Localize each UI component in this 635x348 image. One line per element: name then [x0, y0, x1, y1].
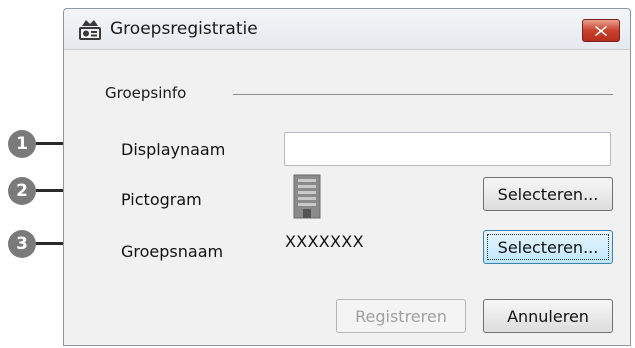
cancel-button[interactable]: Annuleren — [483, 299, 613, 333]
display-name-input[interactable] — [284, 132, 611, 166]
group-label: Groepsinfo — [105, 84, 187, 102]
cancel-label: Annuleren — [507, 306, 589, 326]
group-name-select-button[interactable]: Selecteren... — [483, 230, 613, 264]
dialog-body: Groepsinfo Displaynaam Pictogram Selecte… — [64, 50, 630, 345]
callout-3: 3 — [8, 230, 36, 258]
group-name-value: XXXXXXX — [285, 232, 364, 251]
callout-1: 1 — [8, 130, 36, 158]
pictogram-select-label: Selecteren... — [497, 184, 599, 204]
group-name-select-label: Selecteren... — [497, 237, 599, 257]
display-name-label: Displaynaam — [121, 140, 226, 159]
pictogram-label: Pictogram — [121, 190, 202, 209]
callout-2: 2 — [8, 177, 36, 205]
building-icon — [293, 174, 321, 219]
group-divider — [233, 94, 613, 95]
title-bar[interactable]: Groepsregistratie — [64, 9, 630, 50]
register-label: Registreren — [355, 306, 447, 326]
window-title: Groepsregistratie — [110, 19, 258, 39]
group-registration-dialog: Groepsregistratie Groepsinfo Displaynaam… — [63, 8, 631, 346]
close-button[interactable] — [582, 19, 620, 42]
group-name-label: Groepsnaam — [121, 242, 224, 261]
pictogram-select-button[interactable]: Selecteren... — [483, 177, 613, 211]
projector-icon — [79, 20, 101, 40]
close-icon — [595, 25, 607, 36]
register-button[interactable]: Registreren — [336, 299, 466, 333]
